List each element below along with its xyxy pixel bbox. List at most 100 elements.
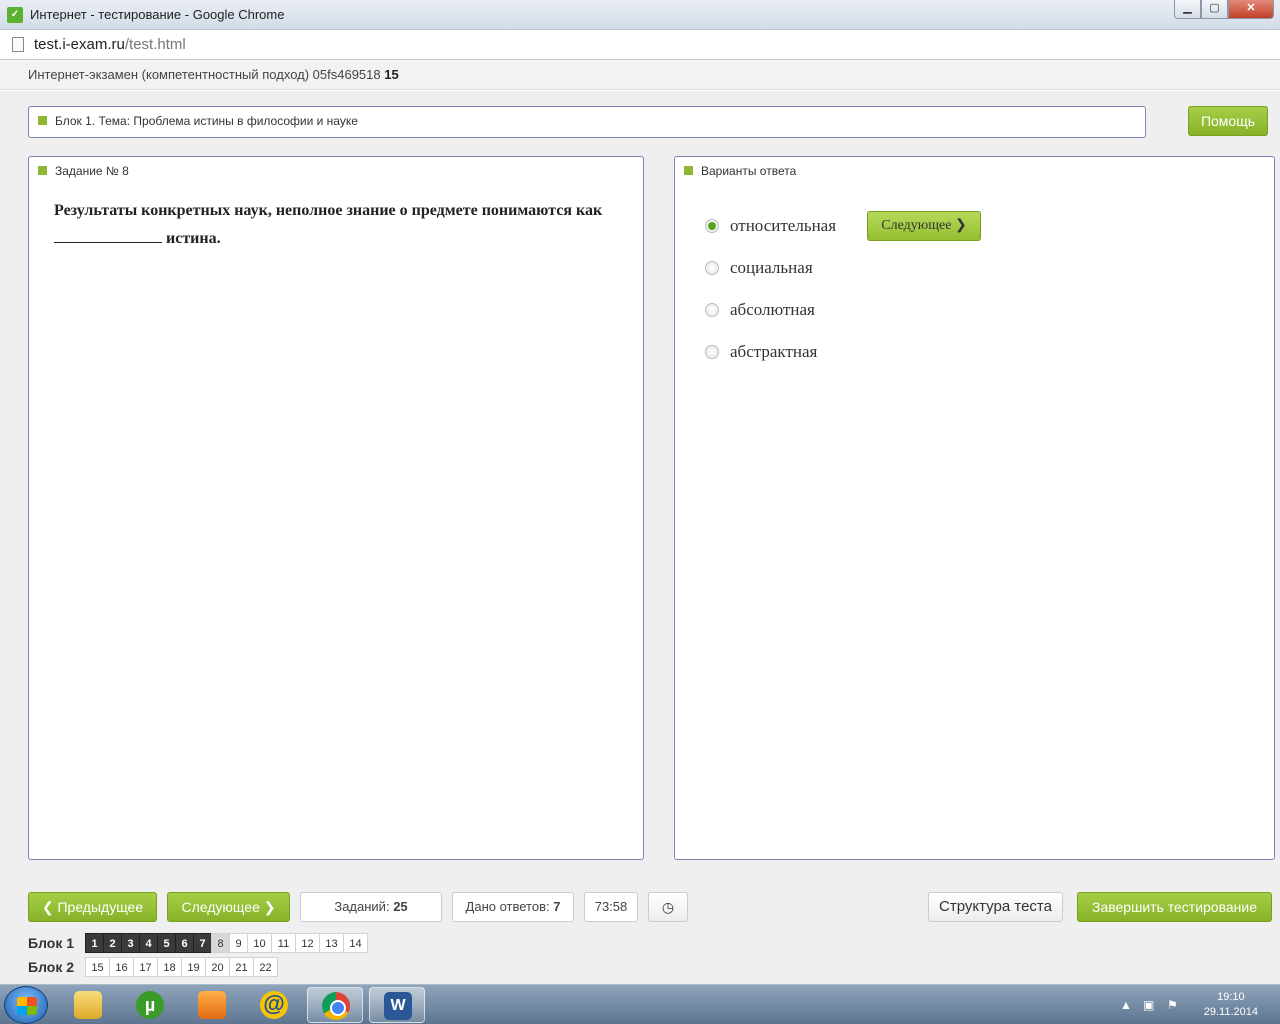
tasks-count-box: Заданий: 25	[300, 892, 442, 922]
minimize-button[interactable]: ▁	[1174, 0, 1201, 19]
word-icon: W	[384, 992, 412, 1020]
finish-test-button[interactable]: Завершить тестирование	[1077, 892, 1272, 922]
answer-option-2[interactable]: социальная	[705, 255, 813, 281]
taskbar-mail[interactable]: @	[246, 987, 302, 1023]
question-nav-cell[interactable]: 18	[157, 957, 182, 977]
tasks-count-label: Заданий:	[334, 899, 390, 914]
question-nav-cell[interactable]: 22	[253, 957, 278, 977]
utorrent-icon: µ	[136, 991, 164, 1019]
exam-title: Интернет-экзамен (компетентностный подхо…	[28, 67, 399, 82]
question-nav-cell[interactable]: 8	[211, 933, 230, 953]
url-domain: test.i-exam.ru	[34, 36, 125, 53]
answered-count-box: Дано ответов: 7	[452, 892, 574, 922]
taskbar-media-player[interactable]	[184, 987, 240, 1023]
question-nav-cell[interactable]: 21	[229, 957, 254, 977]
task-panel: Задание № 8 Результаты конкретных наук, …	[28, 156, 644, 860]
previous-button[interactable]: ❮ Предыдущее	[28, 892, 157, 922]
url-text[interactable]: test.i-exam.ru/test.html	[34, 36, 186, 53]
next-button[interactable]: Следующее ❯	[167, 892, 290, 922]
taskbar-explorer[interactable]	[60, 987, 116, 1023]
window-title-bar: ✓ Интернет - тестирование - Google Chrom…	[0, 0, 1280, 30]
answer-option-1[interactable]: относительная	[705, 213, 836, 239]
chrome-icon	[322, 992, 350, 1020]
network-icon[interactable]: ▣	[1143, 998, 1154, 1012]
folder-icon	[74, 991, 102, 1019]
block-1-label: Блок 1	[28, 935, 75, 951]
url-path: /test.html	[124, 36, 186, 53]
exam-title-text: Интернет-экзамен (компетентностный подхо…	[28, 67, 381, 82]
test-structure-button[interactable]: Структура теста	[928, 892, 1063, 922]
question-nav-cell[interactable]: 11	[271, 933, 296, 953]
answer-option-3[interactable]: абсолютная	[705, 297, 815, 323]
system-tray: ▲ ▣ ⚑ 19:10 29.11.2014	[1115, 985, 1280, 1024]
clock-date: 29.11.2014	[1203, 1006, 1258, 1018]
green-square-icon	[684, 166, 693, 175]
show-hidden-icons-icon[interactable]: ▲	[1120, 998, 1132, 1012]
next-answer-label: Следующее	[881, 218, 952, 233]
answer-option-text: абсолютная	[730, 300, 815, 319]
green-square-icon	[38, 166, 47, 175]
previous-label: Предыдущее	[57, 899, 144, 915]
window-controls: ▁ ▢ ✕	[1174, 0, 1274, 19]
answer-option-text: абстрактная	[730, 342, 818, 361]
question-nav-cell[interactable]: 15	[85, 957, 110, 977]
question-nav-cell[interactable]: 20	[205, 957, 230, 977]
next-label: Следующее	[181, 899, 260, 915]
block-2-questions: 15 16 17 18 19 20 21 22	[85, 957, 278, 977]
help-button[interactable]: Помощь	[1188, 106, 1268, 136]
question-nav-cell[interactable]: 9	[229, 933, 248, 953]
answer-option-text: относительная	[730, 216, 837, 235]
taskbar-chrome[interactable]	[307, 987, 363, 1023]
question-nav-cell[interactable]: 12	[295, 933, 320, 953]
question-nav-cell[interactable]: 5	[157, 933, 176, 953]
next-answer-button[interactable]: Следующее ❯	[867, 211, 981, 241]
test-page: Блок 1. Тема: Проблема истины в философи…	[0, 91, 1280, 984]
question-nav-cell[interactable]: 19	[181, 957, 206, 977]
answers-panel: Варианты ответа относительная Следующее …	[674, 156, 1275, 860]
radio-button-checked[interactable]	[705, 219, 719, 233]
address-bar[interactable]: test.i-exam.ru/test.html	[0, 30, 1280, 60]
taskbar-clock[interactable]: 19:10 29.11.2014	[1204, 990, 1258, 1020]
radio-button[interactable]	[705, 345, 719, 359]
site-favicon-icon: ✓	[7, 7, 23, 23]
answer-blank	[54, 227, 162, 243]
page-icon	[12, 37, 24, 52]
question-nav-cell[interactable]: 13	[319, 933, 344, 953]
maximize-button[interactable]: ▢	[1201, 0, 1228, 19]
mail-agent-icon: @	[260, 991, 288, 1019]
block-1-navigation: Блок 1 1 2 3 4 5 6 7 8 9 10 11 12 13 14	[28, 933, 368, 953]
question-nav-cell[interactable]: 10	[247, 933, 272, 953]
close-button[interactable]: ✕	[1228, 0, 1274, 19]
timer-display: 73:58	[584, 892, 638, 922]
question-part-1: Результаты конкретных наук, неполное зна…	[54, 202, 603, 219]
clock-icon: ◷	[661, 899, 675, 915]
question-nav-cell[interactable]: 7	[193, 933, 212, 953]
question-nav-cell[interactable]: 1	[85, 933, 104, 953]
task-number-label: Задание № 8	[55, 164, 129, 178]
radio-button[interactable]	[705, 303, 719, 317]
question-part-2: истина.	[166, 230, 221, 247]
taskbar-utorrent[interactable]: µ	[122, 987, 178, 1023]
block-2-label: Блок 2	[28, 959, 75, 975]
chevron-right-icon: ❯	[954, 218, 967, 233]
question-nav-cell[interactable]: 6	[175, 933, 194, 953]
question-nav-cell[interactable]: 4	[139, 933, 158, 953]
question-nav-cell[interactable]: 17	[133, 957, 158, 977]
clock-time: 19:10	[1217, 991, 1245, 1003]
answered-count-label: Дано ответов:	[465, 899, 550, 914]
clock-button[interactable]: ◷	[648, 892, 688, 922]
question-text: Результаты конкретных наук, неполное зна…	[54, 197, 614, 253]
answered-count-value: 7	[553, 899, 561, 914]
block-1-questions: 1 2 3 4 5 6 7 8 9 10 11 12 13 14	[85, 933, 368, 953]
taskbar-word[interactable]: W	[369, 987, 425, 1023]
action-center-flag-icon[interactable]: ⚑	[1167, 998, 1178, 1012]
answer-option-4[interactable]: абстрактная	[705, 339, 817, 365]
radio-button[interactable]	[705, 261, 719, 275]
question-nav-cell[interactable]: 3	[121, 933, 140, 953]
green-square-icon	[38, 116, 47, 125]
chevron-right-icon: ❯	[263, 899, 276, 915]
question-nav-cell[interactable]: 14	[343, 933, 368, 953]
question-nav-cell[interactable]: 16	[109, 957, 134, 977]
question-nav-cell[interactable]: 2	[103, 933, 122, 953]
start-button[interactable]	[4, 986, 48, 1024]
